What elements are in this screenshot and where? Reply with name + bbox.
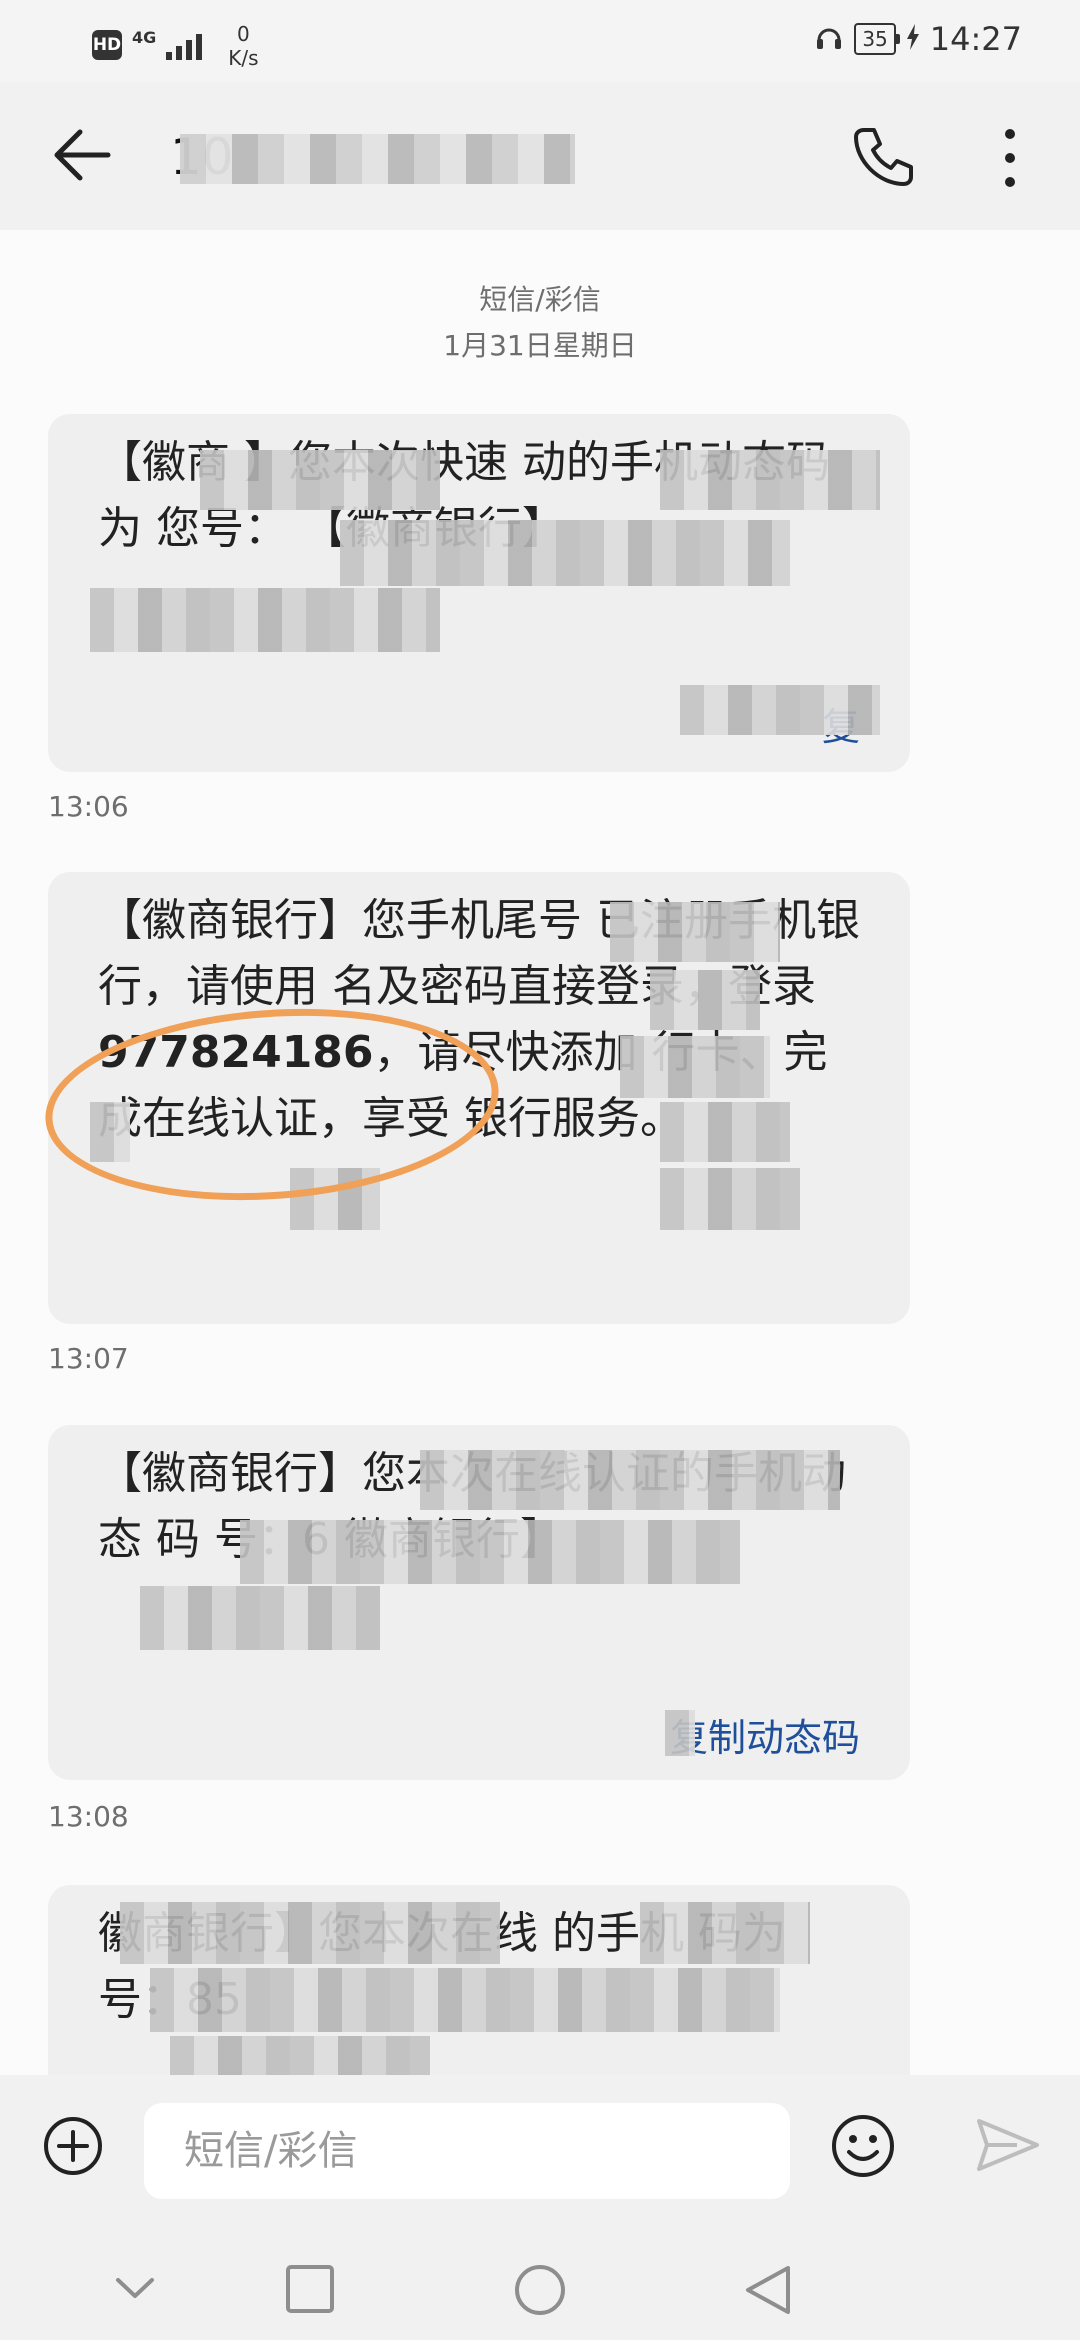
battery-icon: 35: [854, 23, 901, 55]
recents-icon[interactable]: [283, 2262, 337, 2320]
signal-icon: [166, 30, 203, 60]
hd-badge: HD: [92, 30, 122, 60]
phone-icon[interactable]: [850, 124, 916, 194]
redaction: [120, 1902, 500, 1964]
message-timestamp: 13:06: [48, 790, 129, 823]
system-navigation-bar: [0, 2250, 1080, 2340]
contact-redaction: [180, 134, 575, 184]
redaction: [150, 1968, 780, 2032]
speed-value: 0: [237, 22, 250, 46]
redaction: [200, 450, 440, 510]
thread-date: 1月31日星期日: [443, 329, 637, 362]
redaction: [665, 1710, 695, 1756]
back-arrow-icon[interactable]: [50, 124, 112, 190]
copy-code-button[interactable]: 复制动态码: [670, 1705, 860, 1771]
redaction: [640, 1902, 810, 1964]
redaction: [170, 2036, 430, 2075]
redaction: [660, 1102, 790, 1162]
redaction: [620, 1036, 770, 1098]
message-type-label: 短信/彩信: [479, 283, 601, 316]
message-input[interactable]: [144, 2103, 790, 2199]
conversation-header: 10: [0, 82, 1080, 230]
speed-unit: K/s: [228, 46, 259, 70]
home-icon[interactable]: [512, 2262, 568, 2322]
redaction: [680, 685, 880, 735]
redaction: [660, 450, 880, 510]
message-timestamp: 13:08: [48, 1800, 129, 1833]
status-bar: HD 4G 0 K/s 35 14:27: [0, 0, 1080, 82]
redaction: [90, 588, 440, 652]
network-type: 4G: [132, 28, 157, 47]
headphone-icon: [814, 22, 844, 56]
emoji-icon[interactable]: [830, 2113, 896, 2183]
redaction: [240, 1520, 740, 1584]
composer-bar: [0, 2075, 1080, 2275]
add-attachment-icon[interactable]: [42, 2115, 104, 2181]
send-icon[interactable]: [975, 2115, 1041, 2179]
message-thread[interactable]: 短信/彩信 1月31日星期日 【徽商 】您本次快速 动的手机动态码为 您号： 【…: [0, 230, 1080, 2075]
charging-icon: [906, 24, 920, 54]
more-options-icon[interactable]: [1000, 126, 1020, 194]
redaction: [650, 970, 760, 1030]
redaction: [610, 902, 780, 962]
hide-keyboard-icon[interactable]: [110, 2262, 160, 2316]
redaction: [340, 520, 790, 586]
message-timestamp: 13:07: [48, 1342, 129, 1375]
redaction: [660, 1168, 800, 1230]
network-speed: 0 K/s: [228, 22, 258, 70]
back-icon[interactable]: [740, 2262, 794, 2322]
redaction: [420, 1450, 840, 1510]
clock: 14:27: [929, 20, 1022, 58]
redaction: [140, 1586, 380, 1650]
